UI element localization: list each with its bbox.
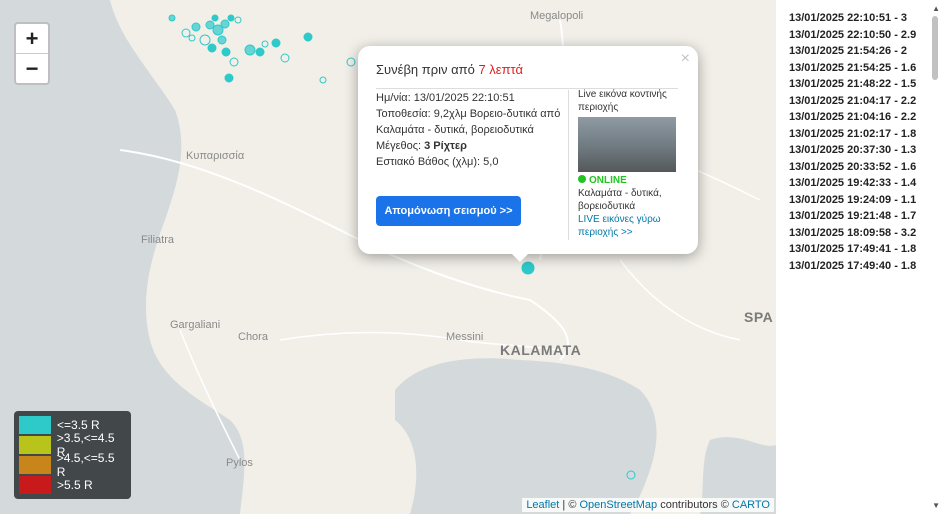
list-item[interactable]: 13/01/2025 22:10:50 - 2.9: [776, 27, 924, 44]
earthquake-map[interactable]: Megalopoli Κυπαρισσία Filiatra Gargalian…: [0, 0, 776, 514]
legend-row: >4.5,<=5.5 R: [19, 451, 126, 479]
isolate-quake-button[interactable]: Απομόνωση σεισμού >>: [376, 196, 521, 226]
list-item[interactable]: 13/01/2025 20:33:52 - 1.6: [776, 159, 924, 176]
place-kalamata: KALAMATA: [500, 342, 582, 358]
osm-link[interactable]: OpenStreetMap: [579, 499, 657, 511]
legend-label: >4.5,<=5.5 R: [56, 451, 115, 479]
happened-minutes: 7 λεπτά: [478, 62, 524, 77]
quake-list[interactable]: 13/01/2025 22:10:51 - 3 13/01/2025 22:10…: [776, 0, 944, 514]
list-item[interactable]: 13/01/2025 21:04:17 - 2.2: [776, 93, 924, 110]
place-kyparissia: Κυπαρισσία: [186, 150, 245, 162]
camera-location: Καλαμάτα - δυτικά, βορειοδυτικά: [578, 188, 662, 212]
live-camera-image[interactable]: [578, 117, 676, 172]
quake-magnitude: Μέγεθος: 3 Ρίχτερ: [376, 138, 564, 154]
zoom-control: + −: [14, 22, 50, 85]
magnitude-label: Μέγεθος:: [376, 140, 425, 152]
list-item[interactable]: 13/01/2025 19:24:09 - 1.1: [776, 192, 924, 209]
popup-tip: [510, 252, 530, 262]
scrollbar-thumb[interactable]: [932, 16, 938, 80]
live-title: Live εικόνα κοντινής περιοχής: [578, 89, 667, 113]
popup-vertical-divider: [568, 90, 569, 240]
quake-location: Τοποθεσία: 9,2χλμ Βορειο-δυτικά από Καλα…: [376, 108, 561, 136]
close-icon[interactable]: ×: [681, 50, 690, 68]
place-chora: Chora: [238, 331, 268, 343]
list-item[interactable]: 13/01/2025 21:02:17 - 1.8: [776, 126, 924, 143]
zoom-in-button[interactable]: +: [16, 24, 48, 53]
quake-info: Ημ/νία: 13/01/2025 22:10:51 Τοποθεσία: 9…: [376, 90, 564, 170]
online-dot-icon: [578, 175, 586, 183]
quake-date: Ημ/νία: 13/01/2025 22:10:51: [376, 92, 515, 104]
popup-happened: Συνέβη πριν από 7 λεπτά: [376, 62, 523, 77]
attribution-sep: | ©: [559, 499, 580, 511]
zoom-out-button[interactable]: −: [16, 53, 48, 83]
list-item[interactable]: 13/01/2025 17:49:40 - 1.8: [776, 258, 924, 275]
legend-label: <=3.5 R: [57, 418, 100, 432]
place-filiatra: Filiatra: [141, 234, 175, 246]
online-label: ONLINE: [589, 175, 627, 186]
place-pylos: Pylos: [226, 457, 253, 469]
place-gargaliani: Gargaliani: [170, 319, 221, 331]
live-images-link[interactable]: LIVE εικόνες γύρω περιοχής >>: [578, 213, 684, 239]
magnitude-value: 3 Ρίχτερ: [424, 140, 467, 152]
list-item[interactable]: 13/01/2025 21:48:22 - 1.5: [776, 76, 924, 93]
carto-link[interactable]: CARTO: [732, 499, 770, 511]
leaflet-link[interactable]: Leaflet: [526, 499, 559, 511]
live-camera-panel: Live εικόνα κοντινής περιοχής ONLINE Καλ…: [578, 88, 684, 239]
legend-swatch: [19, 436, 51, 454]
list-item[interactable]: 13/01/2025 21:54:25 - 1.6: [776, 60, 924, 77]
place-spa: SPA: [744, 309, 774, 325]
legend-swatch: [19, 456, 51, 474]
quake-popup: × Συνέβη πριν από 7 λεπτά Ημ/νία: 13/01/…: [358, 46, 698, 254]
scroll-down-icon[interactable]: ▼: [932, 501, 940, 510]
place-messini: Messini: [446, 331, 484, 343]
happened-prefix: Συνέβη πριν από: [376, 62, 479, 77]
map-attribution: Leaflet | © OpenStreetMap contributors ©…: [522, 498, 774, 512]
legend-swatch: [19, 416, 51, 434]
list-item[interactable]: 13/01/2025 19:42:33 - 1.4: [776, 175, 924, 192]
quake-depth: Εστιακό Βάθος (χλμ): 5,0: [376, 156, 499, 168]
legend-swatch: [19, 476, 51, 494]
list-item[interactable]: 13/01/2025 22:10:51 - 3: [776, 10, 924, 27]
legend-label: >5.5 R: [57, 478, 93, 492]
magnitude-legend: <=3.5 R >3.5,<=4.5 R >4.5,<=5.5 R >5.5 R: [14, 411, 131, 499]
scroll-up-icon[interactable]: ▲: [932, 4, 940, 13]
list-item[interactable]: 13/01/2025 19:21:48 - 1.7: [776, 208, 924, 225]
place-megalopoli: Megalopoli: [530, 10, 584, 22]
list-item[interactable]: 13/01/2025 21:54:26 - 2: [776, 43, 924, 60]
attribution-contrib: contributors ©: [657, 499, 732, 511]
quake-list-items: 13/01/2025 22:10:51 - 3 13/01/2025 22:10…: [776, 0, 944, 274]
list-item[interactable]: 13/01/2025 20:37:30 - 1.3: [776, 142, 924, 159]
online-status: ONLINE: [578, 174, 684, 187]
list-item[interactable]: 13/01/2025 21:04:16 - 2.2: [776, 109, 924, 126]
list-item[interactable]: 13/01/2025 17:49:41 - 1.8: [776, 241, 924, 258]
list-item[interactable]: 13/01/2025 18:09:58 - 3.2: [776, 225, 924, 242]
